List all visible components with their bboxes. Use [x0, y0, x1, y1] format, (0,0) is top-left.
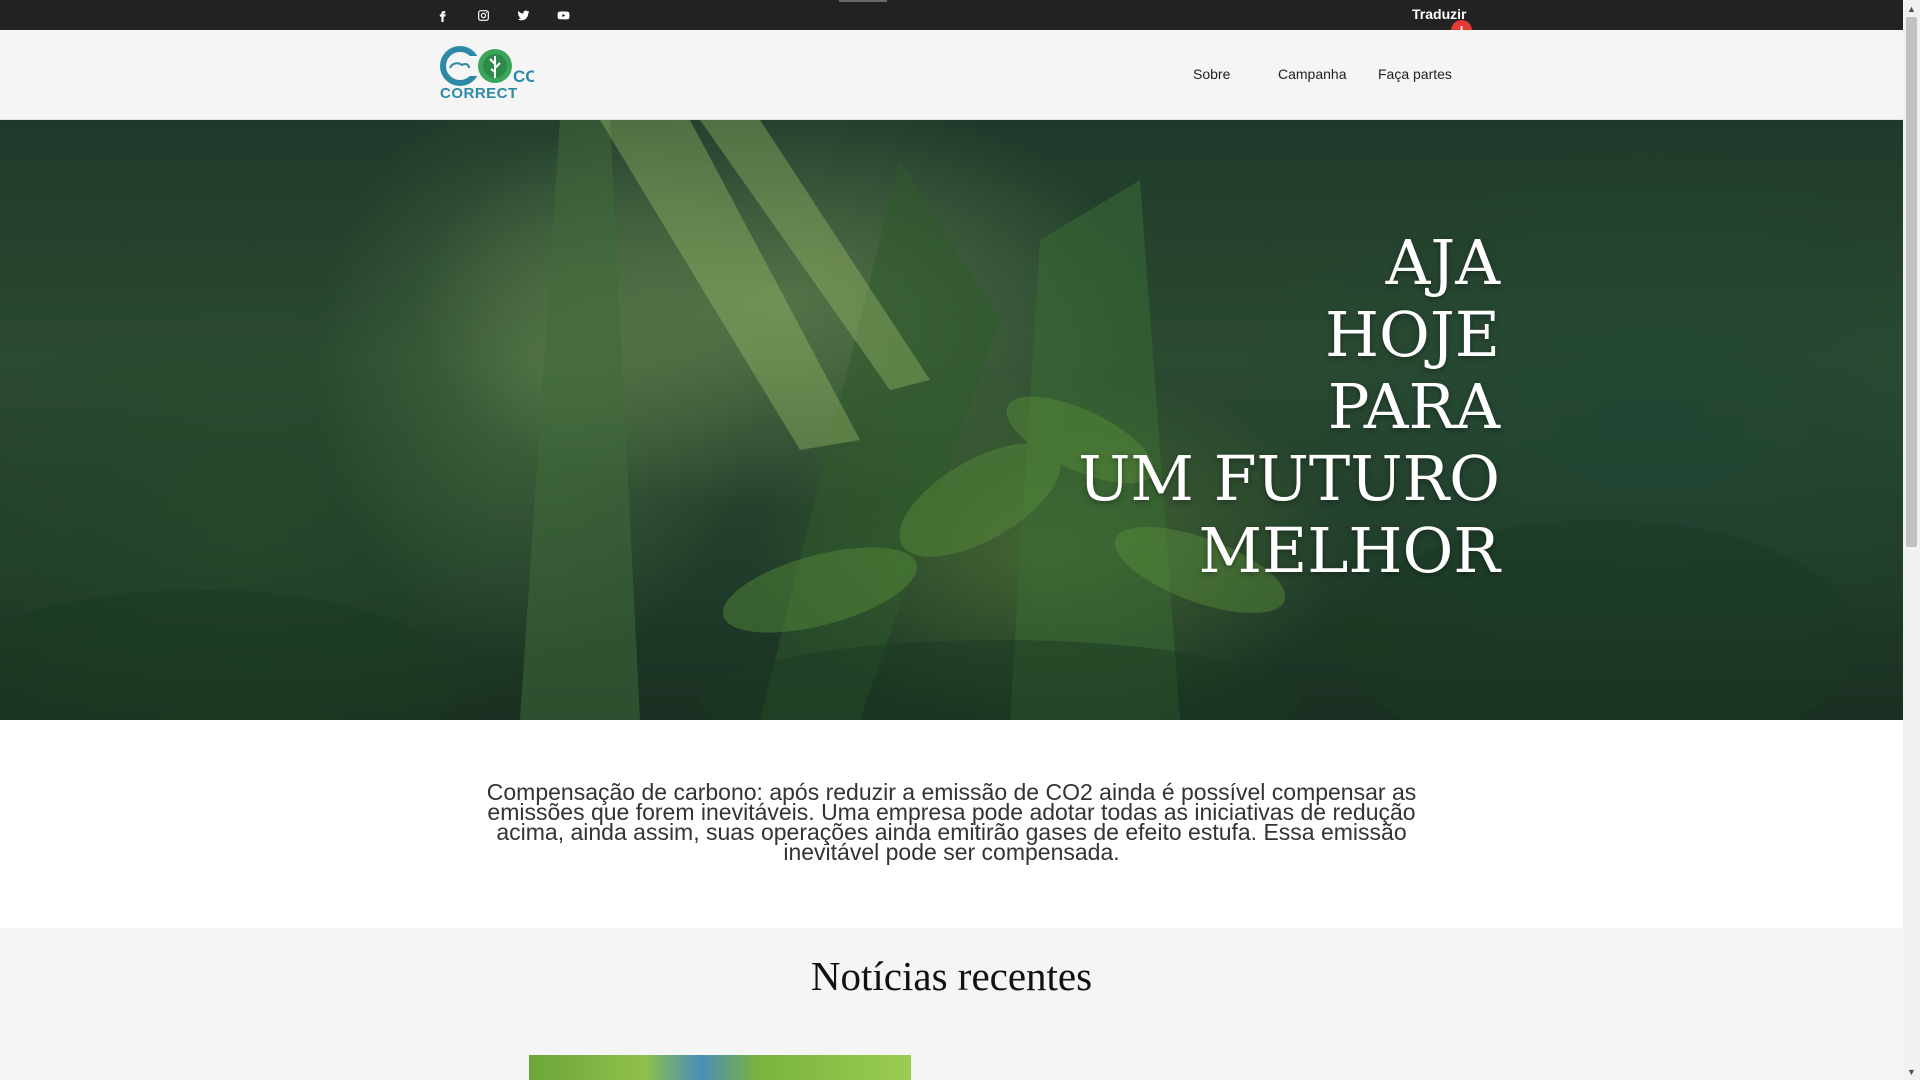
intro-paragraph: Compensação de carbono: após reduzir a e… — [486, 779, 1417, 865]
site-header: CO2 CORRECT Sobre Campanha Faça partes — [0, 30, 1903, 120]
intro-section: Compensação de carbono: após reduzir a e… — [0, 720, 1903, 928]
logo-subscript: CO2 — [513, 67, 534, 86]
scroll-thumb[interactable] — [1906, 17, 1917, 547]
facebook-icon[interactable] — [432, 5, 452, 25]
headline-line: UM FUTURO — [1078, 442, 1500, 515]
news-thumbnail[interactable] — [529, 1055, 911, 1080]
page-scrollbar[interactable]: ▲ ▼ — [1903, 0, 1920, 1080]
forest-background-image — [0, 120, 1860, 720]
news-section: Notícias recentes — [0, 928, 1903, 1080]
nav-sobre[interactable]: Sobre — [1193, 66, 1230, 82]
nav-campanha[interactable]: Campanha — [1278, 66, 1347, 82]
headline-line: MELHOR — [1198, 514, 1501, 587]
headline-line: HOJE — [1324, 298, 1500, 371]
page: Traduzir ! CO2 CORRECT Sobre Campanha Fa… — [0, 0, 1903, 1080]
hero-banner: AJA HOJE PARA UM FUTURO MELHOR — [0, 120, 1903, 720]
twitter-icon[interactable] — [513, 5, 533, 25]
logo-wordmark: CORRECT — [440, 85, 518, 102]
headline-line: PARA — [1327, 370, 1500, 443]
top-indicator — [839, 0, 887, 2]
youtube-icon[interactable] — [553, 5, 573, 25]
headline-line: AJA — [1385, 226, 1500, 299]
hero-headline: AJA HOJE PARA UM FUTURO MELHOR — [1078, 227, 1500, 587]
top-bar: Traduzir ! — [0, 0, 1903, 41]
news-title: Notícias recentes — [810, 953, 1093, 999]
scroll-up-arrow-icon[interactable]: ▲ — [1903, 0, 1920, 17]
scroll-down-arrow-icon[interactable]: ▼ — [1903, 1063, 1920, 1080]
nav-faca-partes[interactable]: Faça partes — [1378, 66, 1452, 82]
instagram-icon[interactable] — [473, 5, 493, 25]
